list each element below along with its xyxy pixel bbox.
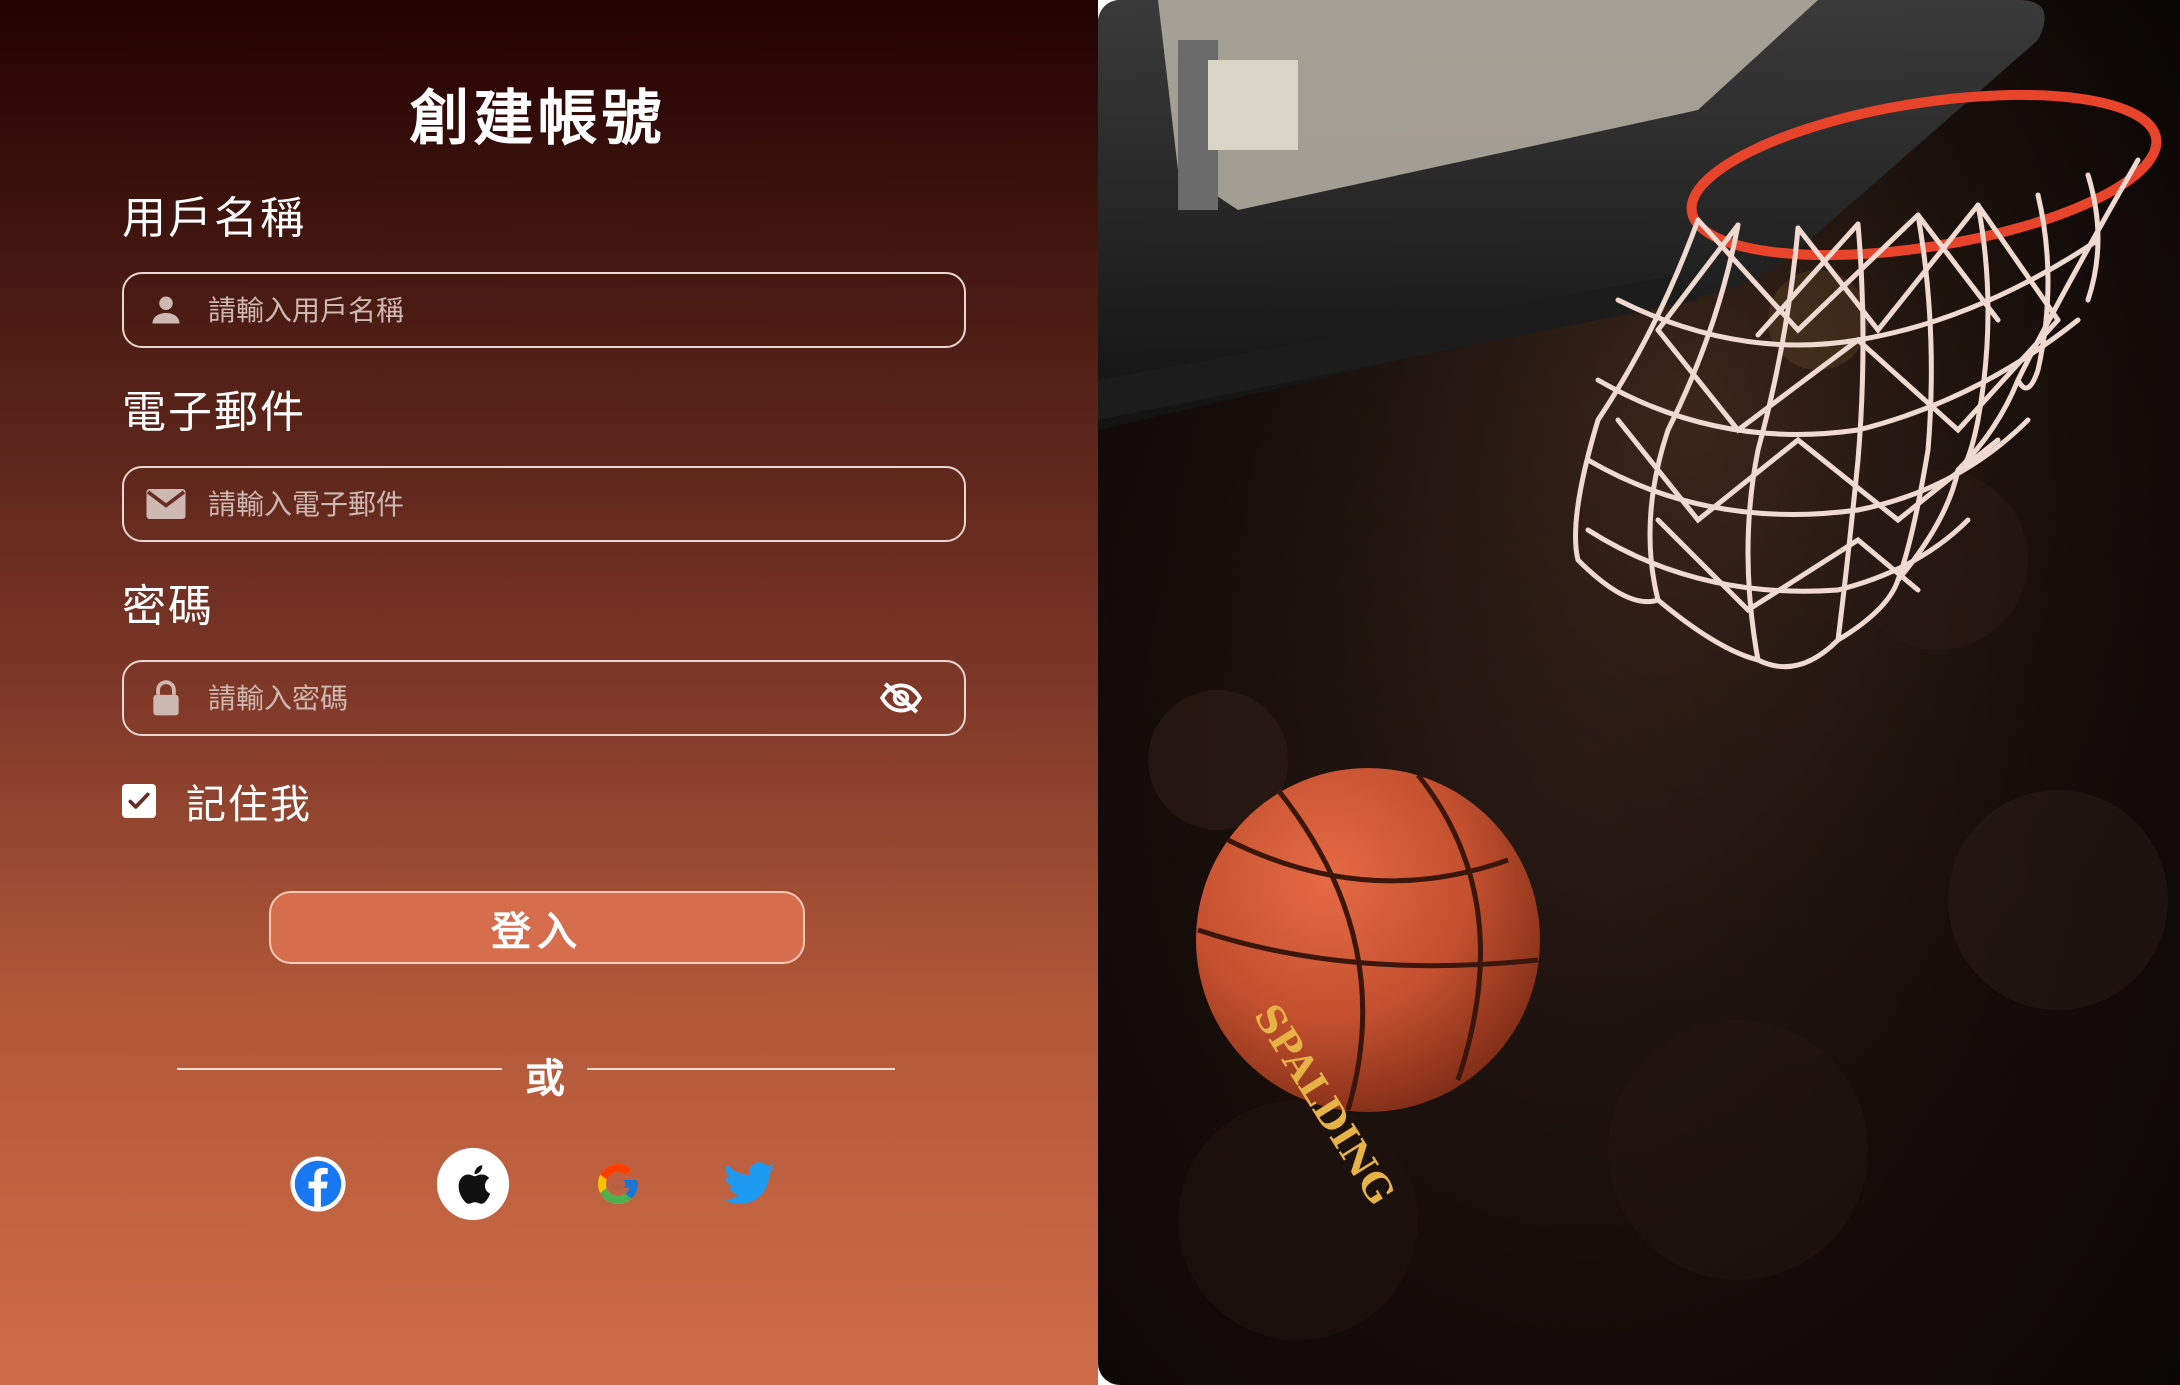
username-field[interactable] [122, 272, 966, 348]
divider-or: 或 [525, 1056, 565, 1102]
password-input[interactable] [206, 680, 858, 716]
twitter-icon [723, 1162, 776, 1210]
facebook-login-button[interactable] [288, 1156, 348, 1216]
apple-icon [435, 1146, 511, 1226]
facebook-icon [289, 1155, 347, 1217]
signup-form-panel: 創建帳號 用戶名稱 電子郵件 密碼 [0, 0, 1098, 1385]
person-icon [144, 288, 188, 332]
password-field[interactable] [122, 660, 966, 736]
remember-me[interactable]: 記住我 [122, 772, 312, 830]
password-label: 密碼 [122, 581, 214, 632]
email-input[interactable] [206, 486, 944, 522]
envelope-icon [144, 482, 188, 526]
hero-photo: SPALDING [1098, 0, 2180, 1385]
remember-label: 記住我 [186, 782, 312, 828]
email-label: 電子郵件 [122, 387, 306, 438]
page-title: 創建帳號 [409, 84, 666, 154]
divider-line-right [587, 1068, 895, 1070]
remember-checkbox[interactable] [122, 784, 156, 818]
twitter-login-button[interactable] [722, 1160, 778, 1212]
google-login-button[interactable] [592, 1160, 644, 1212]
email-field[interactable] [122, 466, 966, 542]
basketball-hoop-illustration: SPALDING [1098, 0, 2180, 1385]
signup-page: 創建帳號 用戶名稱 電子郵件 密碼 [0, 0, 2180, 1385]
login-button[interactable]: 登入 [269, 891, 805, 964]
divider-line-left [177, 1068, 502, 1070]
google-icon [594, 1160, 642, 1212]
apple-login-button[interactable] [435, 1146, 511, 1226]
eye-slash-icon[interactable] [878, 675, 924, 721]
username-label: 用戶名稱 [122, 193, 306, 244]
lock-icon [144, 676, 188, 720]
username-input[interactable] [206, 292, 944, 328]
